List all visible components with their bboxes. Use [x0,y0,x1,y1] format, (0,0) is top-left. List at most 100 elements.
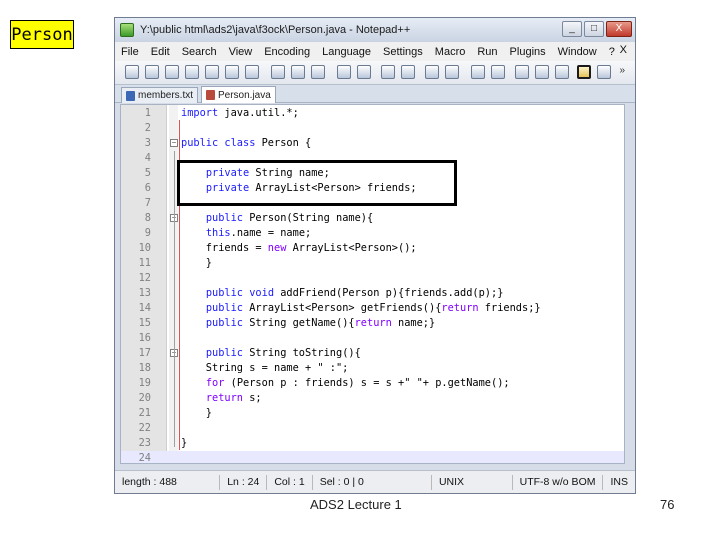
line-number: 12 [138,272,151,284]
menu-edit[interactable]: Edit [145,46,176,58]
line-number: 7 [144,197,151,209]
indent-guide-icon[interactable] [555,65,569,79]
save-all-icon[interactable] [185,65,199,79]
code-editor[interactable]: 1 import java.util.*; 2 3 public class Perso… [120,104,625,464]
menu-window[interactable]: Window [552,46,603,58]
code-text: for (Person p : friends) s = s +" "+ p.g… [205,377,510,389]
line-number: 5 [144,167,151,179]
code-line[interactable]: 12 [121,271,624,286]
user-defined-dialog-icon[interactable] [577,65,591,79]
open-file-icon[interactable] [145,65,159,79]
line-number: 22 [138,422,151,434]
status-eol: UNIX [432,474,513,490]
close-button[interactable]: X [606,21,632,37]
title-bar[interactable]: Y:\public html\ads2\java\f3ock\Person.ja… [115,18,635,42]
menu-encoding[interactable]: Encoding [258,46,316,58]
menu-file[interactable]: File [115,46,145,58]
code-text: public Person(String name){ [205,212,374,224]
find-icon[interactable] [381,65,395,79]
save-icon[interactable] [165,65,179,79]
cut-icon[interactable] [271,65,285,79]
code-line[interactable]: 16 [121,331,624,346]
code-line[interactable]: 15 public String getName(){return name;} [121,316,624,331]
copy-icon[interactable] [291,65,305,79]
status-length: length : 488 [115,474,221,490]
code-line[interactable]: 18 String s = name + " :"; [121,361,624,376]
monitoring-icon[interactable] [597,65,611,79]
menu-plugins[interactable]: Plugins [504,46,552,58]
maximize-button[interactable]: □ [584,21,604,37]
print-icon[interactable] [245,65,259,79]
status-selection: Sel : 0 | 0 [313,474,432,490]
notepad-app-icon [120,23,134,37]
code-text: public class Person { [181,137,312,149]
minimize-button[interactable]: _ [562,21,582,37]
zoom-in-icon[interactable] [425,65,439,79]
line-number: 8 [144,212,151,224]
code-text: public void addFriend(Person p){friends.… [205,287,504,299]
paste-icon[interactable] [311,65,325,79]
toolbar-overflow-icon[interactable]: » [619,65,625,76]
tab-bar: members.txt Person.java [115,85,635,103]
line-number: 1 [144,107,151,119]
close-document-button[interactable]: X [620,44,627,56]
menu-help[interactable]: ? [603,46,621,58]
replace-icon[interactable] [401,65,415,79]
status-mode: INS [610,475,628,488]
status-bar: length : 488 Ln : 24 Col : 1 Sel : 0 | 0… [115,470,635,493]
code-text: public String toString(){ [205,347,361,359]
code-line[interactable]: 3 public class Person { [121,136,624,151]
code-line[interactable]: 14 public ArrayList<Person> getFriends()… [121,301,624,316]
status-encoding: UTF-8 w/o BOM [513,474,604,490]
sync-vertical-icon[interactable] [471,65,485,79]
close-icon[interactable] [205,65,219,79]
code-line[interactable]: 10 friends = new ArrayList<Person>(); [121,241,624,256]
line-number: 17 [138,347,151,359]
code-line[interactable]: 9 this.name = name; [121,226,624,241]
tab-person-java[interactable]: Person.java [201,86,276,103]
sync-horizontal-icon[interactable] [491,65,505,79]
show-all-chars-icon[interactable] [535,65,549,79]
menu-bar: File Edit Search View Encoding Language … [115,42,635,61]
code-line[interactable]: 24 [121,451,624,464]
new-file-icon[interactable] [125,65,139,79]
tab-label: Person.java [218,89,271,101]
menu-run[interactable]: Run [471,46,503,58]
code-line[interactable]: 1 import java.util.*; [121,106,624,121]
menu-macro[interactable]: Macro [429,46,472,58]
menu-view[interactable]: View [223,46,259,58]
code-line[interactable]: 21 } [121,406,624,421]
word-wrap-icon[interactable] [515,65,529,79]
menu-search[interactable]: Search [176,46,223,58]
code-line[interactable]: 17 public String toString(){ [121,346,624,361]
close-all-icon[interactable] [225,65,239,79]
slide-title: Person [10,20,74,49]
redo-icon[interactable] [357,65,371,79]
fold-guide-line [174,151,175,447]
line-number: 15 [138,317,151,329]
code-line[interactable]: 11 } [121,256,624,271]
tab-members-txt[interactable]: members.txt [121,87,199,103]
line-number: 9 [144,227,151,239]
status-column: Col : 1 [267,474,313,490]
code-line[interactable]: 22 [121,421,624,436]
zoom-out-icon[interactable] [445,65,459,79]
code-text: } [181,407,212,419]
code-line[interactable]: 20 return s; [121,391,624,406]
undo-icon[interactable] [337,65,351,79]
line-number: 24 [138,452,151,464]
line-number: 6 [144,182,151,194]
code-line[interactable]: 19 for (Person p : friends) s = s +" "+ … [121,376,624,391]
code-text: import java.util.*; [181,107,299,119]
code-line[interactable]: 2 [121,121,624,136]
code-text: public ArrayList<Person> getFriends(){re… [205,302,541,314]
menu-settings[interactable]: Settings [377,46,429,58]
menu-language[interactable]: Language [316,46,377,58]
code-line[interactable]: 8 public Person(String name){ [121,211,624,226]
code-text: public String getName(){return name;} [205,317,436,329]
fold-toggle-icon[interactable]: − [170,139,178,147]
code-line[interactable]: 13 public void addFriend(Person p){frien… [121,286,624,301]
code-text: String s = name + " :"; [181,362,349,374]
line-number: 4 [144,152,151,164]
code-line[interactable]: 23} [121,436,624,451]
